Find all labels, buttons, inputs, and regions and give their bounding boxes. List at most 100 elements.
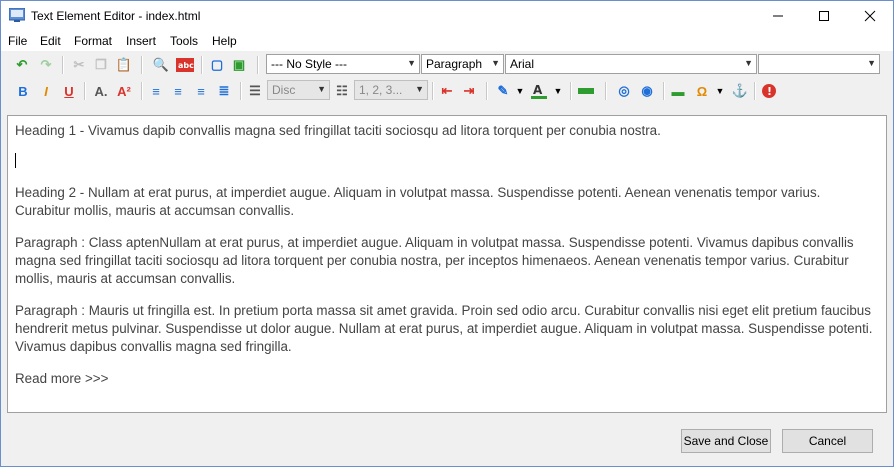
menu-bar: File Edit Format Insert Tools Help [1,31,893,51]
scissors-icon: ✂ [73,57,85,72]
svg-text:abc: abc [178,61,194,70]
omega-icon: Ω [696,83,708,99]
text-color-dropdown[interactable]: ▼ [548,81,568,101]
indent-button[interactable]: ⇥ [459,81,479,101]
copy-button[interactable]: ❐ [91,55,111,75]
indent-icon: ⇥ [463,83,475,98]
undo-button[interactable]: ↶ [12,55,32,75]
font-combo[interactable]: Arial ▼ [505,54,757,74]
insert-link-button[interactable]: ◎ [614,81,634,101]
align-left-button[interactable]: ≡ [146,81,166,101]
find-button[interactable]: 🔍 [151,55,171,75]
highlight-dropdown[interactable]: ▼ [510,81,530,101]
text-color-button[interactable]: A [529,81,549,101]
cut-button[interactable]: ✂ [69,55,89,75]
magnifier-icon: 🔍 [152,57,170,72]
chevron-down-icon: ▼ [491,58,500,68]
horizontal-rule-button[interactable] [576,81,596,101]
cancel-button[interactable]: Cancel [782,429,873,453]
remove-link-button[interactable]: ◉ [637,81,657,101]
paste-button[interactable]: 📋 [114,55,134,75]
rich-text-area[interactable]: Heading 1 - Vivamus dapib convallis magn… [7,115,887,413]
menu-help[interactable]: Help [212,34,237,48]
font-size-combo[interactable]: ▼ [758,54,880,74]
save-and-close-button[interactable]: Save and Close [681,429,771,453]
style-combo[interactable]: --- No Style --- ▼ [266,54,420,74]
alert-icon: ! [762,84,776,98]
numbered-list-button[interactable]: ☷ [332,81,352,101]
separator [663,82,665,100]
block-format-value: Paragraph [426,57,483,71]
chevron-down-icon: ▼ [317,84,326,94]
font-color-icon: A [531,83,547,99]
separator [141,56,143,74]
app-icon [8,7,26,22]
toolbar-row-2: B I U A. A² ≡ ≡ ≡ ≣ ☰ Disc ▼ ☷ 1, 2, 3...… [1,78,893,104]
font-larger-button[interactable]: A² [114,81,134,101]
symbol-dropdown[interactable]: ▼ [710,81,730,101]
spellcheck-button[interactable]: abc [175,55,195,75]
outdent-button[interactable]: ⇤ [437,81,457,101]
menu-edit[interactable]: Edit [40,34,61,48]
font-combo-value: Arial [510,57,535,71]
chevron-down-icon: ▼ [553,86,563,96]
block-format-combo[interactable]: Paragraph ▼ [421,54,504,74]
redo-button[interactable]: ↷ [36,55,56,75]
editor-window: Text Element Editor - index.html File Ed… [0,0,894,467]
align-right-button[interactable]: ≡ [191,81,211,101]
bullet-list-button[interactable]: ☰ [245,81,265,101]
separator [257,56,259,74]
redo-icon: ↷ [40,57,52,72]
select-all-button[interactable]: ▢ [207,55,227,75]
menu-tools[interactable]: Tools [170,34,198,48]
separator [201,56,203,74]
paragraph-text[interactable]: Paragraph : Mauris ut fringilla est. In … [15,302,875,356]
maximize-button[interactable] [801,1,847,31]
menu-format[interactable]: Format [74,34,112,48]
undo-icon: ↶ [16,57,28,72]
chevron-down-icon: ▼ [715,86,725,96]
font-increase-icon: A² [117,83,131,99]
insert-symbol-button[interactable]: Ω [692,81,712,101]
numbering-style-value: 1, 2, 3... [359,83,403,97]
heading-1-text[interactable]: Heading 1 - Vivamus dapib convallis magn… [15,122,875,140]
separator [754,82,756,100]
unlink-icon: ◉ [641,83,653,98]
anchor-icon: ⚓ [731,83,749,98]
insert-image-button[interactable]: ▬ [668,81,688,101]
minimize-button[interactable] [755,1,801,31]
separator [84,82,86,100]
close-button[interactable] [847,1,893,31]
numbered-list-icon: ☷ [336,83,348,98]
help-button[interactable]: ! [759,81,779,101]
underline-button[interactable]: U [59,81,79,101]
minimize-icon [773,15,783,17]
image-icon: ▬ [671,83,685,99]
menu-file[interactable]: File [8,34,27,48]
highlighter-icon: ✎ [497,83,509,98]
heading-2-text[interactable]: Heading 2 - Nullam at erat purus, at imp… [15,184,875,220]
paragraph-text[interactable]: Paragraph : Class aptenNullam at erat pu… [15,234,875,288]
font-smaller-button[interactable]: A. [91,81,111,101]
copy-icon: ❐ [95,57,107,72]
toolbar-row-1: ↶ ↷ ✂ ❐ 📋 🔍 abc ▢ ▣ --- No Style --- ▼ Pa… [1,52,893,78]
numbering-style-combo[interactable]: 1, 2, 3... ▼ [354,80,428,100]
style-combo-value: --- No Style --- [271,57,347,71]
chevron-down-icon: ▼ [744,58,753,68]
svg-text:A: A [533,83,543,97]
paste-special-button[interactable]: ▣ [229,55,249,75]
bullet-style-combo[interactable]: Disc ▼ [267,80,330,100]
outdent-icon: ⇤ [441,83,453,98]
paste-special-icon: ▣ [232,57,246,72]
spellcheck-icon: abc [176,58,194,72]
bold-button[interactable]: B [13,81,33,101]
align-center-button[interactable]: ≡ [168,81,188,101]
insert-anchor-button[interactable]: ⚓ [730,81,750,101]
italic-button[interactable]: I [36,81,56,101]
read-more-link[interactable]: Read more >>> [15,370,875,388]
justify-button[interactable]: ≣ [214,81,234,101]
horizontal-rule-icon [578,88,594,94]
menu-insert[interactable]: Insert [126,34,156,48]
window-title: Text Element Editor - index.html [31,9,201,23]
svg-text:!: ! [767,85,772,98]
